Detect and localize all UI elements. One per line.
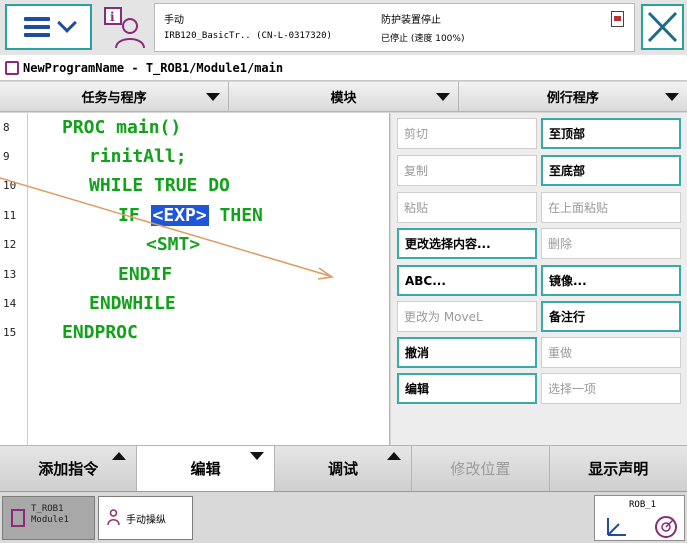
button-label: 添加指令 xyxy=(38,460,99,478)
change-to-movel-button[interactable]: 更改为 MoveL xyxy=(397,301,537,332)
debug-button[interactable]: 调试 xyxy=(275,446,413,491)
edit-menu-button[interactable]: 编辑 xyxy=(137,446,275,491)
program-editor-icon xyxy=(11,509,25,527)
status-panel[interactable]: 手动 IRB120_BasicTr.. (CN-L-0317320) 防护装置停… xyxy=(154,3,635,52)
tab-label: 例行程序 xyxy=(546,91,599,106)
jogging-icon xyxy=(107,509,120,526)
button-label: 调试 xyxy=(327,460,358,478)
code-editor[interactable]: 8 9 10 11 12 13 14 15 PROC main() rinitA… xyxy=(0,113,390,445)
run-state-text: 已停止 (速度 100%) xyxy=(381,34,465,44)
menu-up-arrow-icon xyxy=(386,452,401,460)
breadcrumb-text: NewProgramName - T_ROB1/Module1/main xyxy=(23,60,284,75)
button-label: 备注行 xyxy=(549,310,586,324)
speed-icon xyxy=(655,516,677,538)
safety-title: 防护装置停止 xyxy=(381,15,441,26)
main-menu-button[interactable] xyxy=(5,4,92,50)
add-instruction-button[interactable]: 添加指令 xyxy=(0,446,138,491)
paste-button[interactable]: 粘贴 xyxy=(397,192,537,223)
taskbar: T_ROB1 Module1 手动操纵 ROB_1 xyxy=(0,493,687,543)
breadcrumb: NewProgramName - T_ROB1/Module1/main xyxy=(0,55,687,81)
show-declaration-button[interactable]: 显示声明 xyxy=(550,446,687,491)
menu-down-arrow-icon xyxy=(249,452,264,460)
delete-button[interactable]: 删除 xyxy=(541,228,681,259)
cut-button[interactable]: 剪切 xyxy=(397,118,537,149)
button-label: 删除 xyxy=(548,237,573,251)
controller-text: IRB120_BasicTr.. (CN-L-0317320) xyxy=(164,31,332,41)
menu-up-arrow-icon xyxy=(112,452,127,460)
command-bar: 添加指令 编辑 调试 修改位置 显示声明 xyxy=(0,445,687,492)
button-label: 至顶部 xyxy=(549,127,586,141)
paste-above-button[interactable]: 在上面粘贴 xyxy=(541,192,681,223)
tab-routines[interactable]: 例行程序 xyxy=(458,82,687,111)
task-program-editor[interactable]: T_ROB1 Module1 xyxy=(2,496,95,540)
button-label: 剪切 xyxy=(404,127,429,141)
quickset-panel[interactable]: ROB_1 xyxy=(594,495,685,541)
abc-button[interactable]: ABC... xyxy=(397,265,537,296)
change-selection-button[interactable]: 更改选择内容... xyxy=(397,228,537,259)
close-button[interactable] xyxy=(641,4,684,50)
task-label: T_ROB1 xyxy=(31,504,64,514)
edit-menu: 剪切 复制 粘贴 更改选择内容... ABC... 更改为 MoveL 撤消 编… xyxy=(391,113,687,445)
undo-button[interactable]: 撤消 xyxy=(397,337,537,368)
program-icon xyxy=(5,60,19,75)
button-label: ABC... xyxy=(405,273,446,288)
copy-button[interactable]: 复制 xyxy=(397,155,537,186)
status-flag-icon xyxy=(611,11,624,27)
button-label: 编辑 xyxy=(405,382,430,396)
button-label: 重做 xyxy=(548,346,573,360)
mirror-button[interactable]: 镜像... xyxy=(541,265,681,296)
dropdown-arrow-icon xyxy=(435,93,450,101)
line-number: 15 xyxy=(3,326,17,339)
tab-label: 模块 xyxy=(330,91,357,106)
chevron-down-icon xyxy=(56,13,77,33)
tab-modules[interactable]: 模块 xyxy=(229,82,459,111)
close-icon xyxy=(647,11,678,43)
modify-position-button[interactable]: 修改位置 xyxy=(412,446,550,491)
to-bottom-button[interactable]: 至底部 xyxy=(541,155,681,186)
operator-info-icon[interactable]: i xyxy=(102,6,148,50)
annotation-arrow-icon xyxy=(0,177,334,280)
dropdown-arrow-icon xyxy=(664,93,679,101)
task-label: Module1 xyxy=(31,515,69,525)
button-label: 镜像... xyxy=(549,274,587,288)
button-label: 复制 xyxy=(404,164,429,178)
tab-label: 任务与程序 xyxy=(81,91,147,106)
button-label: 在上面粘贴 xyxy=(548,201,609,215)
coordinate-axes-icon xyxy=(607,518,626,536)
status-bar: i 手动 IRB120_BasicTr.. (CN-L-0317320) 防护装… xyxy=(0,0,687,55)
comment-line-button[interactable]: 备注行 xyxy=(541,301,681,332)
tab-tasks-programs[interactable]: 任务与程序 xyxy=(0,82,230,111)
redo-button[interactable]: 重做 xyxy=(541,337,681,368)
edit-button[interactable]: 编辑 xyxy=(397,373,537,404)
button-label: 显示声明 xyxy=(588,460,649,478)
robot-name: ROB_1 xyxy=(629,500,657,510)
button-label: 编辑 xyxy=(190,460,221,478)
code-text: ENDPROC xyxy=(62,322,138,343)
button-label: 选择一项 xyxy=(548,382,597,396)
button-label: 至底部 xyxy=(549,164,586,178)
to-top-button[interactable]: 至顶部 xyxy=(541,118,681,149)
button-label: 粘贴 xyxy=(404,201,429,215)
task-label: 手动操纵 xyxy=(126,514,166,526)
button-label: 更改选择内容... xyxy=(405,237,491,251)
program-tabs: 任务与程序 模块 例行程序 xyxy=(0,82,687,112)
button-label: 更改为 MoveL xyxy=(404,310,483,324)
svg-text:i: i xyxy=(110,10,115,24)
select-one-button[interactable]: 选择一项 xyxy=(541,373,681,404)
code-line[interactable]: ENDPROC xyxy=(62,322,138,343)
button-label: 修改位置 xyxy=(450,460,511,478)
button-label: 撤消 xyxy=(405,346,430,360)
dropdown-arrow-icon xyxy=(206,93,221,101)
hamburger-icon xyxy=(23,17,50,37)
task-jogging[interactable]: 手动操纵 xyxy=(98,496,193,540)
mode-text: 手动 xyxy=(164,15,184,26)
